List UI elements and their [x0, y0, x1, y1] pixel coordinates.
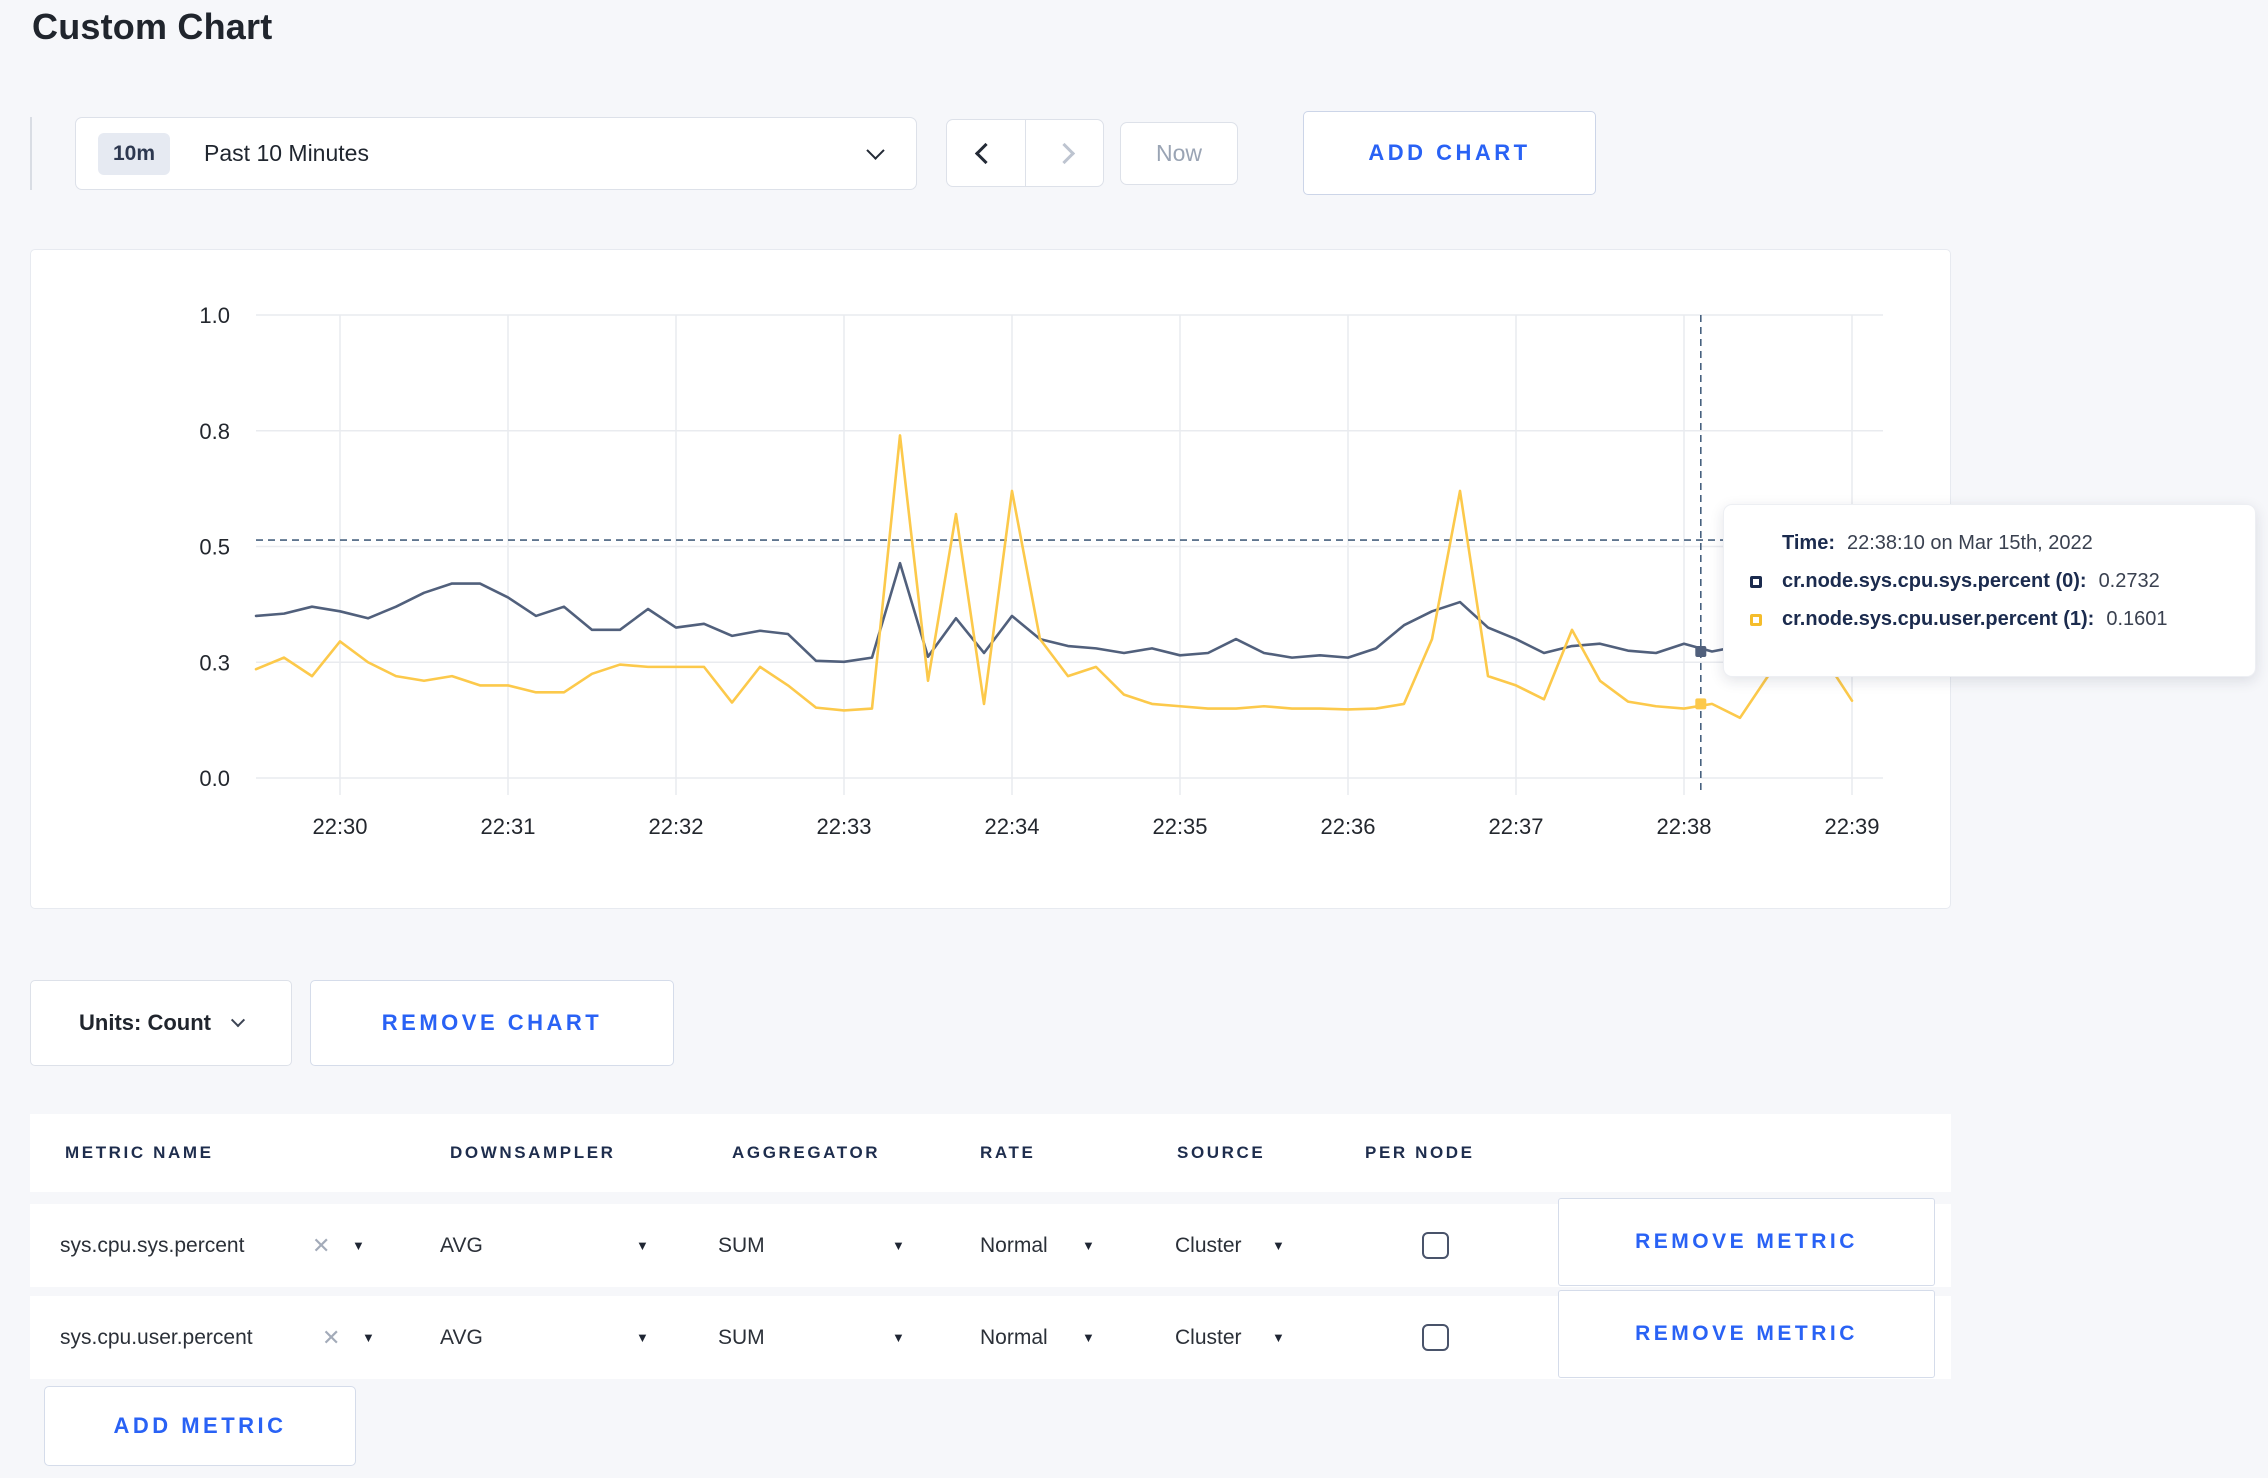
col-header-metric-name: METRIC NAME: [65, 1143, 214, 1162]
x-tick-label: 22:31: [480, 814, 535, 839]
chevron-down-icon: [866, 141, 885, 160]
metrics-line-chart[interactable]: 0.0 0.3 0.5 0.8 1.0 22:30 22:31 22:32 22:33 22:34…: [31, 250, 1952, 908]
aggregator-caret-icon[interactable]: ▼: [892, 1296, 905, 1379]
tooltip-series-value: 0.1601: [2106, 608, 2168, 630]
x-tick-label: 22:37: [1488, 814, 1543, 839]
remove-chart-button[interactable]: REMOVE CHART: [310, 980, 674, 1066]
tooltip-series-row: cr.node.sys.cpu.user.percent (1): 0.1601: [1750, 608, 2235, 631]
chevron-right-icon: [1053, 142, 1075, 164]
hover-point: [1695, 646, 1707, 658]
time-back-button[interactable]: [947, 120, 1025, 186]
user-series-swatch-icon: [1750, 613, 1762, 626]
col-header-aggregator: AGGREGATOR: [732, 1143, 881, 1162]
x-tick-label: 22:39: [1824, 814, 1879, 839]
y-tick-label: 1.0: [199, 303, 230, 328]
tooltip-time-row: Time: 22:38:10 on Mar 15th, 2022: [1750, 532, 2235, 555]
aggregator-caret-icon[interactable]: ▼: [892, 1204, 905, 1287]
series-line-1: [254, 434, 1854, 720]
aggregator-select[interactable]: SUM: [718, 1296, 765, 1379]
source-select[interactable]: Cluster: [1175, 1296, 1242, 1379]
x-tick-label: 22:35: [1152, 814, 1207, 839]
x-tick-label: 22:36: [1320, 814, 1375, 839]
clear-metric-icon[interactable]: ✕: [322, 1296, 340, 1379]
source-caret-icon[interactable]: ▼: [1272, 1204, 1285, 1287]
clear-metric-icon[interactable]: ✕: [312, 1204, 330, 1287]
series-line-0: [254, 561, 1854, 664]
time-nav-group: [946, 119, 1104, 187]
x-tick-label: 22:33: [816, 814, 871, 839]
y-tick-label: 0.8: [199, 419, 230, 444]
x-tick-label: 22:30: [312, 814, 367, 839]
time-range-badge: 10m: [98, 132, 171, 175]
tooltip-series-row: cr.node.sys.cpu.sys.percent (0): 0.2732: [1750, 570, 2235, 593]
metrics-table-header: METRIC NAME DOWNSAMPLER AGGREGATOR RATE …: [30, 1114, 1951, 1192]
metric-name-value[interactable]: sys.cpu.user.percent: [60, 1296, 253, 1379]
aggregator-select[interactable]: SUM: [718, 1204, 765, 1287]
time-range-label: Past 10 Minutes: [204, 140, 369, 166]
add-metric-button[interactable]: ADD METRIC: [44, 1386, 356, 1466]
metric-name-value[interactable]: sys.cpu.sys.percent: [60, 1204, 244, 1287]
col-header-per-node: PER NODE: [1365, 1143, 1475, 1162]
gridlines: 0.0 0.3 0.5 0.8 1.0 22:30 22:31 22:32 22:33 22:34…: [199, 303, 1883, 839]
page-title: Custom Chart: [32, 6, 273, 47]
y-tick-label: 0.3: [199, 650, 230, 675]
col-header-rate: RATE: [980, 1143, 1036, 1162]
tooltip-series-name: cr.node.sys.cpu.sys.percent (0):: [1782, 570, 2087, 592]
rate-select[interactable]: Normal: [980, 1296, 1048, 1379]
downsampler-select[interactable]: AVG: [440, 1296, 483, 1379]
y-tick-label: 0.0: [199, 766, 230, 791]
remove-metric-button[interactable]: REMOVE METRIC: [1558, 1198, 1935, 1286]
units-dropdown[interactable]: Units: Count: [30, 980, 292, 1066]
crosshair: [256, 315, 1883, 795]
toolbar-left-rule: [30, 117, 32, 190]
chevron-down-icon: [230, 1013, 246, 1028]
tooltip-time-value: 22:38:10 on Mar 15th, 2022: [1846, 532, 2093, 554]
tooltip-series-value: 0.2732: [2098, 570, 2160, 592]
source-caret-icon[interactable]: ▼: [1272, 1296, 1285, 1379]
add-chart-button[interactable]: ADD CHART: [1303, 111, 1596, 195]
downsampler-select[interactable]: AVG: [440, 1204, 483, 1287]
per-node-checkbox[interactable]: [1422, 1324, 1449, 1351]
rate-caret-icon[interactable]: ▼: [1082, 1296, 1095, 1379]
time-range-dropdown[interactable]: 10m Past 10 Minutes: [75, 117, 917, 190]
chart-tooltip: Time: 22:38:10 on Mar 15th, 2022 cr.node…: [1723, 504, 2256, 677]
chevron-left-icon: [975, 142, 997, 164]
now-button[interactable]: Now: [1120, 122, 1238, 185]
y-tick-label: 0.5: [199, 535, 230, 560]
col-header-downsampler: DOWNSAMPLER: [450, 1143, 616, 1162]
col-header-source: SOURCE: [1177, 1143, 1266, 1162]
metric-select-caret-icon[interactable]: ▼: [362, 1296, 375, 1379]
source-select[interactable]: Cluster: [1175, 1204, 1242, 1287]
hover-point: [1695, 698, 1707, 710]
custom-chart-page: Custom Chart 10m Past 10 Minutes Now ADD…: [0, 0, 2268, 1478]
downsampler-caret-icon[interactable]: ▼: [636, 1204, 649, 1287]
time-forward-button[interactable]: [1026, 120, 1104, 186]
x-tick-label: 22:38: [1656, 814, 1711, 839]
units-label: Units: Count: [79, 1010, 211, 1035]
sys-series-swatch-icon: [1750, 575, 1762, 588]
rate-select[interactable]: Normal: [980, 1204, 1048, 1287]
x-tick-label: 22:32: [648, 814, 703, 839]
rate-caret-icon[interactable]: ▼: [1082, 1204, 1095, 1287]
remove-metric-button[interactable]: REMOVE METRIC: [1558, 1290, 1935, 1378]
metric-select-caret-icon[interactable]: ▼: [352, 1204, 365, 1287]
chart-card: 0.0 0.3 0.5 0.8 1.0 22:30 22:31 22:32 22:33 22:34…: [30, 249, 1951, 909]
per-node-checkbox[interactable]: [1422, 1232, 1449, 1259]
x-tick-label: 22:34: [984, 814, 1039, 839]
downsampler-caret-icon[interactable]: ▼: [636, 1296, 649, 1379]
tooltip-time-label: Time:: [1782, 532, 1835, 554]
tooltip-series-name: cr.node.sys.cpu.user.percent (1):: [1782, 608, 2095, 630]
